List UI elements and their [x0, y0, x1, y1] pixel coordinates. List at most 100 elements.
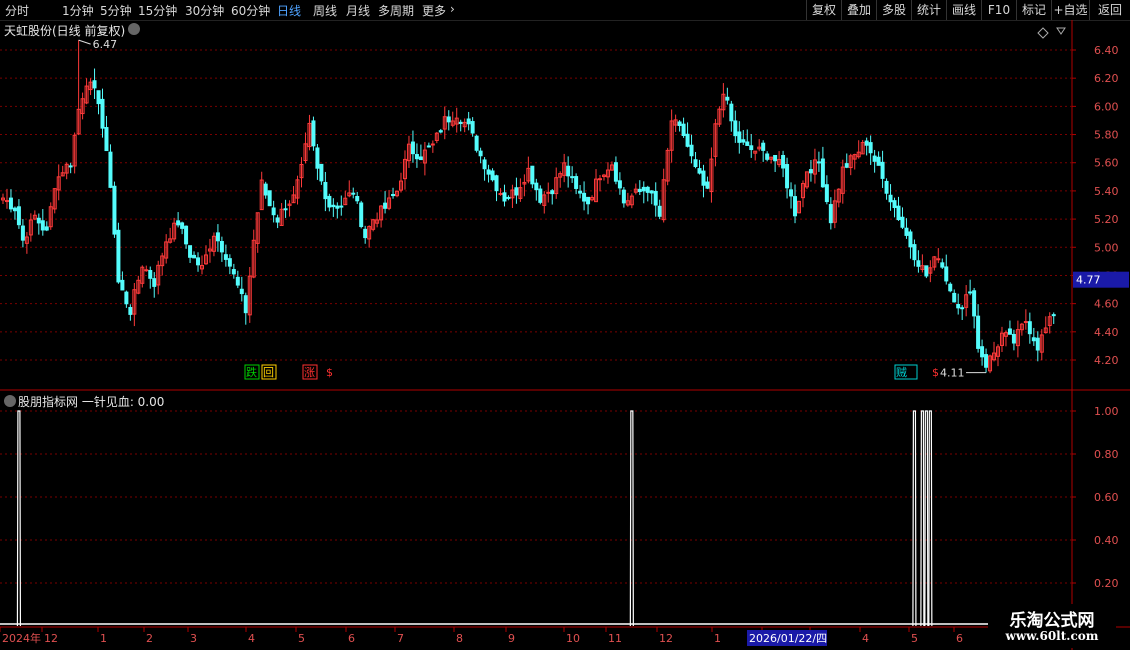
- candle-body: [904, 227, 909, 236]
- candle-body: [936, 258, 941, 261]
- toolbar-2-button[interactable]: 多股: [876, 0, 911, 20]
- candle-body: [1007, 328, 1012, 335]
- x-axis-label: 11: [608, 632, 622, 645]
- candle-body: [538, 188, 543, 203]
- price-tick-label: 5.00: [1094, 241, 1119, 254]
- indicator-tick-label: 1.00: [1094, 405, 1119, 418]
- chart-stage[interactable]: 6.406.206.005.805.605.405.205.004.804.60…: [0, 20, 1130, 650]
- stock-title: 天虹股份(日线 前复权): [4, 24, 126, 38]
- candle-body: [12, 207, 17, 212]
- price-tick-label: 6.20: [1094, 72, 1119, 85]
- candle-body: [888, 194, 893, 203]
- candle-body: [482, 159, 487, 170]
- candle-body: [128, 307, 133, 315]
- candle-body: [311, 120, 316, 147]
- candle-body: [124, 291, 129, 305]
- period-0-button[interactable]: 分时: [5, 2, 29, 19]
- candle-body: [924, 265, 929, 277]
- toolbar-7-button[interactable]: +自选: [1051, 0, 1089, 20]
- candle-body: [741, 139, 746, 143]
- period-4-button[interactable]: 30分钟: [185, 2, 224, 19]
- x-axis-label: 10: [566, 632, 580, 645]
- candle-body: [20, 225, 25, 241]
- candle-body: [621, 189, 626, 204]
- x-axis-label: 4: [862, 632, 869, 645]
- candle-body: [470, 121, 475, 134]
- candle-body: [705, 181, 710, 189]
- candle-body: [44, 226, 49, 231]
- candle-body: [984, 354, 989, 368]
- candle-body: [749, 145, 754, 151]
- period-1-button[interactable]: 1分钟: [62, 2, 94, 19]
- candle-body: [972, 290, 977, 317]
- candle-body: [466, 118, 471, 125]
- candle-body: [550, 190, 555, 195]
- signal-label: 贼: [896, 365, 907, 379]
- candle-body: [418, 156, 423, 161]
- candle-body: [725, 96, 730, 101]
- candle-body: [16, 206, 21, 226]
- candle-body: [235, 276, 240, 286]
- signal-label: 回: [263, 366, 274, 379]
- period-9-button[interactable]: 多周期: [378, 2, 414, 19]
- period-5-button[interactable]: 60分钟: [231, 2, 270, 19]
- candle-body: [697, 168, 702, 174]
- candle-body: [530, 165, 535, 185]
- indicator-menu-icon[interactable]: [4, 395, 16, 407]
- candle-body: [773, 154, 778, 162]
- candle-body: [582, 192, 587, 202]
- diamond-icon[interactable]: [1037, 27, 1049, 39]
- candle-body: [1031, 337, 1036, 342]
- title-menu-icon[interactable]: [128, 23, 140, 35]
- candle-body: [1035, 337, 1040, 351]
- candle-body: [1027, 321, 1032, 335]
- candle-body: [474, 135, 479, 151]
- candle-body: [8, 197, 13, 210]
- candle-body: [574, 176, 579, 189]
- candle-body: [112, 185, 117, 235]
- candle-body: [828, 204, 833, 224]
- toolbar-5-button[interactable]: F10: [981, 0, 1016, 20]
- collapse-icon[interactable]: [1056, 27, 1066, 35]
- candle-body: [781, 154, 786, 169]
- candle-body: [785, 164, 790, 189]
- more-arrow-icon[interactable]: ›: [450, 2, 455, 16]
- candle-body: [816, 161, 821, 164]
- candle-body: [215, 232, 220, 242]
- price-tick-label: 4.60: [1094, 298, 1119, 311]
- candle-body: [351, 192, 356, 195]
- candle-body: [267, 190, 272, 207]
- candle-body: [227, 258, 232, 267]
- candle-body: [884, 180, 889, 194]
- watermark-url: www.60lt.com: [1005, 629, 1099, 643]
- toolbar-6-button[interactable]: 标记: [1016, 0, 1051, 20]
- period-6-button[interactable]: 日线: [277, 2, 301, 19]
- toolbar-4-button[interactable]: 画线: [946, 0, 981, 20]
- period-10-button[interactable]: 更多: [422, 2, 446, 19]
- candle-body: [243, 295, 248, 314]
- toolbar-3-button[interactable]: 统计: [911, 0, 946, 20]
- x-axis-label: 4: [248, 632, 255, 645]
- price-tick-label: 5.40: [1094, 185, 1119, 198]
- toolbar-0-button[interactable]: 复权: [806, 0, 841, 20]
- period-3-button[interactable]: 15分钟: [138, 2, 177, 19]
- candle-body: [976, 315, 981, 349]
- candle-body: [275, 217, 280, 223]
- toolbar-1-button[interactable]: 叠加: [841, 0, 876, 20]
- toolbar-8-button[interactable]: 返回: [1089, 0, 1130, 20]
- candle-body: [761, 142, 766, 151]
- candle-body: [844, 163, 849, 168]
- period-8-button[interactable]: 月线: [346, 2, 370, 19]
- candle-body: [283, 208, 288, 211]
- signal-label: 跌: [246, 365, 257, 379]
- period-2-button[interactable]: 5分钟: [100, 2, 132, 19]
- candle-body: [355, 196, 360, 202]
- indicator-tick-label: 0.80: [1094, 448, 1119, 461]
- candle-body: [745, 141, 750, 146]
- candle-body: [192, 254, 197, 259]
- period-7-button[interactable]: 周线: [313, 2, 337, 19]
- candle-body: [613, 162, 618, 182]
- candle-body: [438, 130, 443, 133]
- candle-body: [872, 155, 877, 162]
- candle-body: [116, 229, 121, 283]
